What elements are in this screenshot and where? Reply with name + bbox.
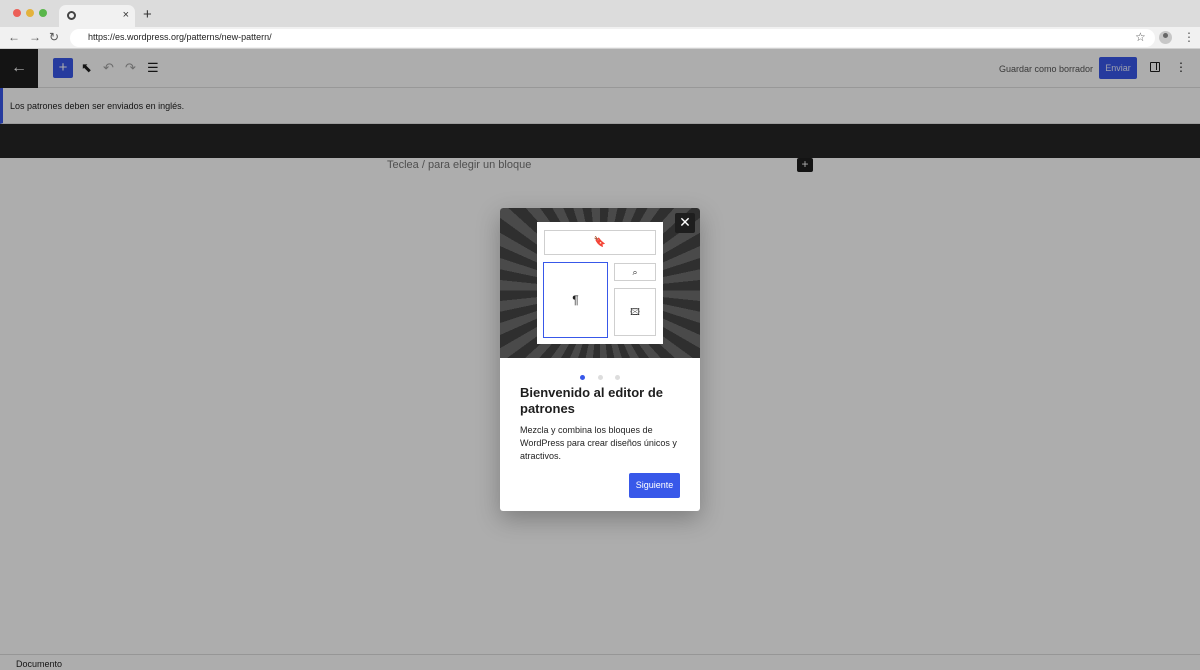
image-icon: 🖾 (614, 288, 656, 336)
url-field[interactable]: https://es.wordpress.org/patterns/new-pa… (70, 29, 1155, 47)
page-dot-3[interactable] (614, 375, 620, 380)
guide-description: Mezcla y combina los bloques de WordPres… (520, 425, 677, 461)
url-text: https://es.wordpress.org/patterns/new-pa… (88, 32, 272, 42)
profile-avatar-icon[interactable] (1159, 31, 1172, 44)
forward-arrow-icon[interactable]: → (29, 30, 41, 44)
reload-icon[interactable]: ↻ (49, 30, 59, 44)
browser-tab-strip: × + (0, 0, 1200, 27)
new-tab-button[interactable]: + (143, 7, 152, 22)
tab-close-icon[interactable]: × (123, 8, 129, 22)
guide-next-button[interactable]: Siguiente (629, 473, 680, 498)
page-dot-1[interactable] (580, 375, 586, 380)
back-arrow-icon[interactable]: ← (8, 30, 20, 44)
wordpress-favicon-icon (67, 11, 76, 20)
window-minimize-control[interactable] (26, 9, 34, 17)
page-dot-2[interactable] (597, 375, 603, 380)
guide-title: Bienvenido al editor de patrones (520, 385, 664, 416)
illustration-canvas: 🔖 ¶ ⌕ 🖾 (537, 222, 663, 344)
welcome-guide-modal: 🔖 ¶ ⌕ 🖾 ✕ Bienvenido al editor de patron… (500, 208, 700, 511)
browser-address-bar: ← → ↻ https://es.wordpress.org/patterns/… (0, 27, 1200, 49)
window-close-control[interactable] (13, 9, 21, 17)
guide-illustration: 🔖 ¶ ⌕ 🖾 (500, 208, 700, 358)
guide-page-indicator (500, 367, 700, 380)
search-icon: ⌕ (614, 263, 656, 281)
bookmark-star-icon[interactable]: ☆ (1135, 30, 1146, 44)
window-zoom-control[interactable] (39, 9, 47, 17)
guide-close-button[interactable]: ✕ (675, 213, 695, 233)
browser-menu-icon[interactable]: ⋮ (1183, 29, 1195, 45)
browser-tab[interactable]: × (59, 5, 135, 27)
bookmark-icon: 🔖 (544, 230, 656, 255)
paragraph-icon: ¶ (543, 262, 608, 338)
